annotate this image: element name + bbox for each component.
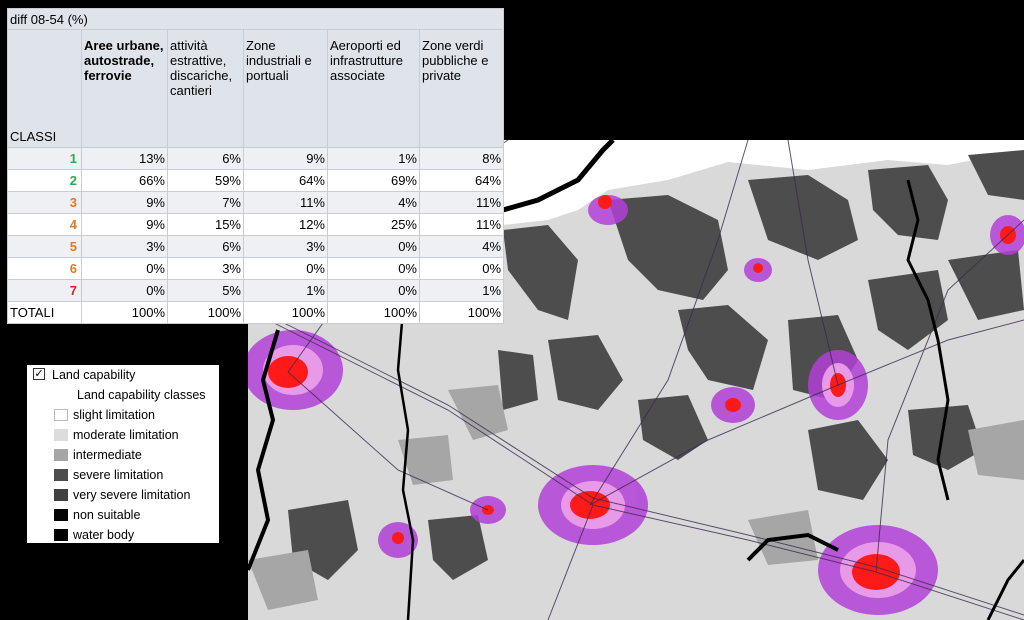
table-cell: 4% xyxy=(418,235,505,258)
class-label: 3 xyxy=(7,191,82,214)
table-row: 6 0% 3% 0% 0% 0% xyxy=(7,257,505,280)
table-cell: 0% xyxy=(327,235,420,258)
table-cell: 0% xyxy=(327,279,420,302)
table-cell: 64% xyxy=(243,169,328,192)
table-cell: 100% xyxy=(418,301,505,324)
table-cell: 100% xyxy=(167,301,244,324)
table-cell: 59% xyxy=(167,169,244,192)
table-cell: 11% xyxy=(243,191,328,214)
table-cell: 1% xyxy=(327,147,420,170)
map-legend: ✓ Land capability Land capability classe… xyxy=(27,365,219,543)
table-cell: 4% xyxy=(327,191,420,214)
table-cell: 0% xyxy=(327,257,420,280)
legend-item: very severe limitation xyxy=(27,486,219,504)
table-row: 1 13% 6% 9% 1% 8% xyxy=(7,147,505,170)
table-row: 7 0% 5% 1% 0% 1% xyxy=(7,279,505,302)
table-cell: 6% xyxy=(167,235,244,258)
table-row: 5 3% 6% 3% 0% 4% xyxy=(7,235,505,258)
table-title: diff 08-54 (%) xyxy=(6,8,505,30)
layer-visibility-checkbox[interactable]: ✓ xyxy=(33,368,45,380)
land-capability-diff-table: diff 08-54 (%) CLASSI Aree urbane, autos… xyxy=(6,8,505,324)
table-cell: 69% xyxy=(327,169,420,192)
table-cell: 25% xyxy=(327,213,420,236)
legend-swatch xyxy=(54,489,68,501)
class-label: 7 xyxy=(7,279,82,302)
table-cell: 3% xyxy=(81,235,168,258)
table-cell: 9% xyxy=(81,213,168,236)
legend-swatch xyxy=(54,529,68,541)
table-row: 3 9% 7% 11% 4% 11% xyxy=(7,191,505,214)
legend-swatch xyxy=(54,429,68,441)
table-cell: 3% xyxy=(167,257,244,280)
table-cell: 12% xyxy=(243,213,328,236)
table-cell: 11% xyxy=(418,191,505,214)
legend-item-label: intermediate xyxy=(73,448,142,462)
totals-row: TOTALI 100% 100% 100% 100% 100% xyxy=(7,301,505,324)
table-cell: 6% xyxy=(167,147,244,170)
legend-item-label: water body xyxy=(73,528,135,542)
legend-item: slight limitation xyxy=(27,406,219,424)
table-cell: 0% xyxy=(81,279,168,302)
class-label: 4 xyxy=(7,213,82,236)
column-header: Aeroporti ed infrastrutture associate xyxy=(327,29,420,148)
class-label: 1 xyxy=(7,147,82,170)
table-cell: 9% xyxy=(243,147,328,170)
class-label: 6 xyxy=(7,257,82,280)
column-header: Aree urbane, autostrade, ferrovie xyxy=(81,29,168,148)
legend-item: non suitable xyxy=(27,506,219,524)
totals-label: TOTALI xyxy=(7,301,82,324)
legend-item-label: moderate limitation xyxy=(73,428,179,442)
table-row: 4 9% 15% 12% 25% 11% xyxy=(7,213,505,236)
legend-item: moderate limitation xyxy=(27,426,219,444)
table-cell: 11% xyxy=(418,213,505,236)
legend-item-label: slight limitation xyxy=(73,408,155,422)
table-cell: 7% xyxy=(167,191,244,214)
table-cell: 5% xyxy=(167,279,244,302)
table-cell: 15% xyxy=(167,213,244,236)
legend-item-label: very severe limitation xyxy=(73,488,191,502)
stats-table-panel: diff 08-54 (%) CLASSI Aree urbane, autos… xyxy=(6,8,505,324)
column-header: Zone verdi pubbliche e private xyxy=(418,29,505,148)
table-cell: 64% xyxy=(418,169,505,192)
table-cell: 0% xyxy=(81,257,168,280)
legend-swatch xyxy=(54,449,68,461)
table-cell: 1% xyxy=(243,279,328,302)
legend-item-label: severe limitation xyxy=(73,468,164,482)
table-cell: 9% xyxy=(81,191,168,214)
table-cell: 3% xyxy=(243,235,328,258)
class-label: 5 xyxy=(7,235,82,258)
table-cell: 100% xyxy=(81,301,168,324)
classi-header: CLASSI xyxy=(7,29,82,148)
column-header: attività estrattive, discariche, cantier… xyxy=(167,29,244,148)
table-cell: 100% xyxy=(327,301,420,324)
table-row: 2 66% 59% 64% 69% 64% xyxy=(7,169,505,192)
legend-swatch xyxy=(54,509,68,521)
class-label: 2 xyxy=(7,169,82,192)
legend-item: intermediate xyxy=(27,446,219,464)
table-cell: 100% xyxy=(243,301,328,324)
table-cell: 0% xyxy=(243,257,328,280)
legend-item: severe limitation xyxy=(27,466,219,484)
table-cell: 1% xyxy=(418,279,505,302)
table-cell: 8% xyxy=(418,147,505,170)
legend-swatch xyxy=(54,469,68,481)
table-cell: 13% xyxy=(81,147,168,170)
legend-layer-title: Land capability xyxy=(52,368,136,382)
legend-swatch xyxy=(54,409,68,421)
legend-item-label: non suitable xyxy=(73,508,141,522)
table-cell: 0% xyxy=(418,257,505,280)
column-header: Zone industriali e portuali xyxy=(243,29,328,148)
table-cell: 66% xyxy=(81,169,168,192)
legend-group-title: Land capability classes xyxy=(77,388,206,402)
legend-item: water body xyxy=(27,526,219,544)
